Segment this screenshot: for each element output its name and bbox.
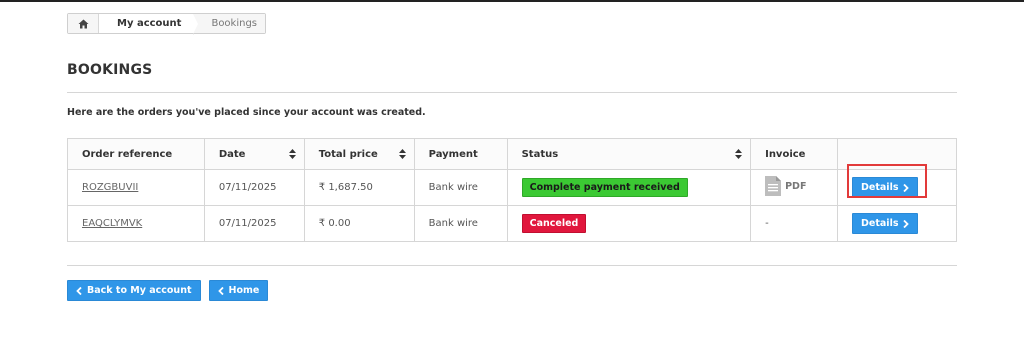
order-reference-link[interactable]: EAQCLYMVK: [82, 218, 142, 229]
order-total: ₹ 1,687.50: [303, 169, 415, 206]
breadcrumb-current: Bookings: [193, 14, 266, 33]
chevron-left-icon: [217, 286, 224, 295]
order-payment: Bank wire: [413, 169, 508, 206]
order-total: ₹ 0.00: [303, 205, 415, 242]
divider: [67, 265, 957, 266]
order-date: 07/11/2025: [203, 169, 305, 206]
status-badge: Complete payment received: [521, 178, 688, 197]
breadcrumb-my-account[interactable]: My account: [99, 13, 200, 35]
table-row: ROZGBUVII 07/11/2025 ₹ 1,687.50 Bank wir…: [67, 169, 957, 206]
col-order-reference[interactable]: Order reference: [67, 138, 205, 170]
col-status[interactable]: Status: [506, 138, 752, 170]
home-button[interactable]: Home: [208, 280, 269, 301]
orders-table: Order reference Date Total price Payment…: [67, 138, 957, 242]
home-icon: [78, 19, 88, 28]
table-header-row: Order reference Date Total price Payment…: [67, 138, 957, 170]
chevron-left-icon: [76, 286, 82, 295]
file-icon: [765, 176, 782, 196]
invoice-none: -: [750, 205, 839, 242]
footer-actions: Back to My account Home: [67, 280, 269, 301]
top-border: [0, 0, 1024, 2]
sort-icon[interactable]: [398, 149, 406, 159]
col-total-price[interactable]: Total price: [303, 138, 415, 170]
highlight-box: [847, 164, 927, 198]
details-button[interactable]: Details: [852, 213, 919, 234]
chevron-right-icon: [903, 219, 910, 228]
breadcrumb: My account Bookings: [67, 13, 267, 35]
table-row: EAQCLYMVK 07/11/2025 ₹ 0.00 Bank wire Ca…: [67, 205, 957, 242]
col-invoice: Invoice: [750, 138, 839, 170]
page-title: BOOKINGS: [67, 62, 957, 93]
sort-icon[interactable]: [288, 149, 296, 159]
sort-icon[interactable]: [735, 149, 743, 159]
order-reference-link[interactable]: ROZGBUVII: [82, 182, 138, 193]
back-to-account-button[interactable]: Back to My account: [67, 280, 201, 301]
order-date: 07/11/2025: [203, 205, 305, 242]
intro-text: Here are the orders you've placed since …: [67, 107, 426, 118]
breadcrumb-home[interactable]: [68, 14, 99, 33]
invoice-pdf-link[interactable]: PDF: [765, 176, 806, 196]
order-payment: Bank wire: [413, 205, 508, 242]
invoice-label: PDF: [785, 180, 807, 192]
col-date[interactable]: Date: [203, 138, 305, 170]
status-badge: Canceled: [521, 214, 587, 233]
col-payment[interactable]: Payment: [413, 138, 508, 170]
